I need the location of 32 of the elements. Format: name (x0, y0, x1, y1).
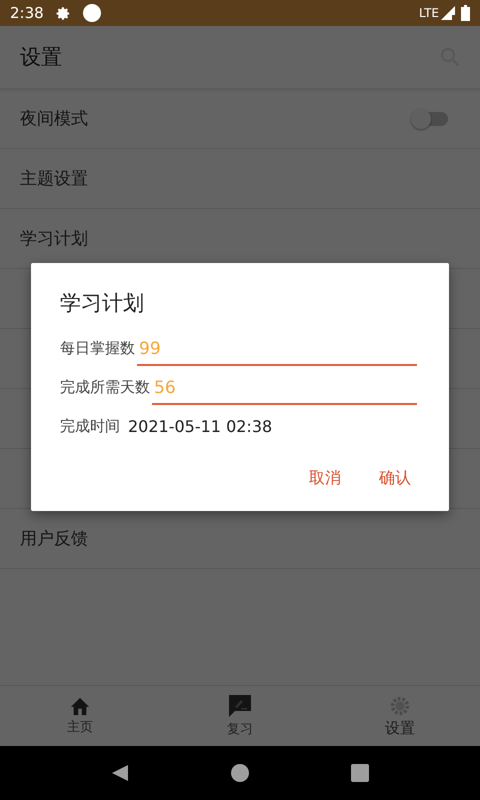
settings-label: 学习计划 (20, 228, 89, 250)
home-icon[interactable] (231, 764, 249, 782)
settings-label: 用户反馈 (20, 528, 89, 550)
battery-icon (461, 5, 470, 21)
dialog-button[interactable]: 取消 (303, 464, 347, 493)
settings-item[interactable]: 夜间模式 (0, 89, 480, 149)
gear-icon (389, 694, 411, 716)
field-label: 完成所需天数 (60, 378, 150, 398)
settings-item[interactable]: 主题设置 (0, 149, 480, 209)
status-time: 2:38 (10, 4, 44, 22)
back-icon[interactable] (111, 764, 129, 782)
network-label: LTE (419, 6, 439, 20)
pencil-message-icon (227, 694, 253, 718)
input-field[interactable]: 56 (152, 378, 417, 405)
night-mode-switch[interactable] (414, 112, 448, 126)
home-icon (69, 696, 91, 716)
circle-icon (82, 4, 101, 22)
result-label: 完成时间 (60, 417, 120, 436)
nav-tab[interactable]: 复习 (160, 686, 320, 746)
signal-icon (441, 6, 455, 20)
settings-label: 主题设置 (20, 168, 89, 190)
settings-label: 夜间模式 (20, 108, 89, 130)
nav-tab[interactable]: 设置 (320, 686, 480, 746)
nav-tab[interactable]: 主页 (0, 686, 160, 746)
gear-icon (56, 6, 71, 20)
page-title: 设置 (20, 44, 63, 71)
input-field[interactable]: 99 (137, 339, 417, 366)
dialog-title: 学习计划 (60, 290, 145, 317)
dialog-button[interactable]: 确认 (373, 464, 417, 493)
result-value: 2021-05-11 02:38 (128, 417, 272, 436)
recents-icon[interactable] (351, 764, 369, 782)
field-label: 每日掌握数 (60, 339, 135, 359)
